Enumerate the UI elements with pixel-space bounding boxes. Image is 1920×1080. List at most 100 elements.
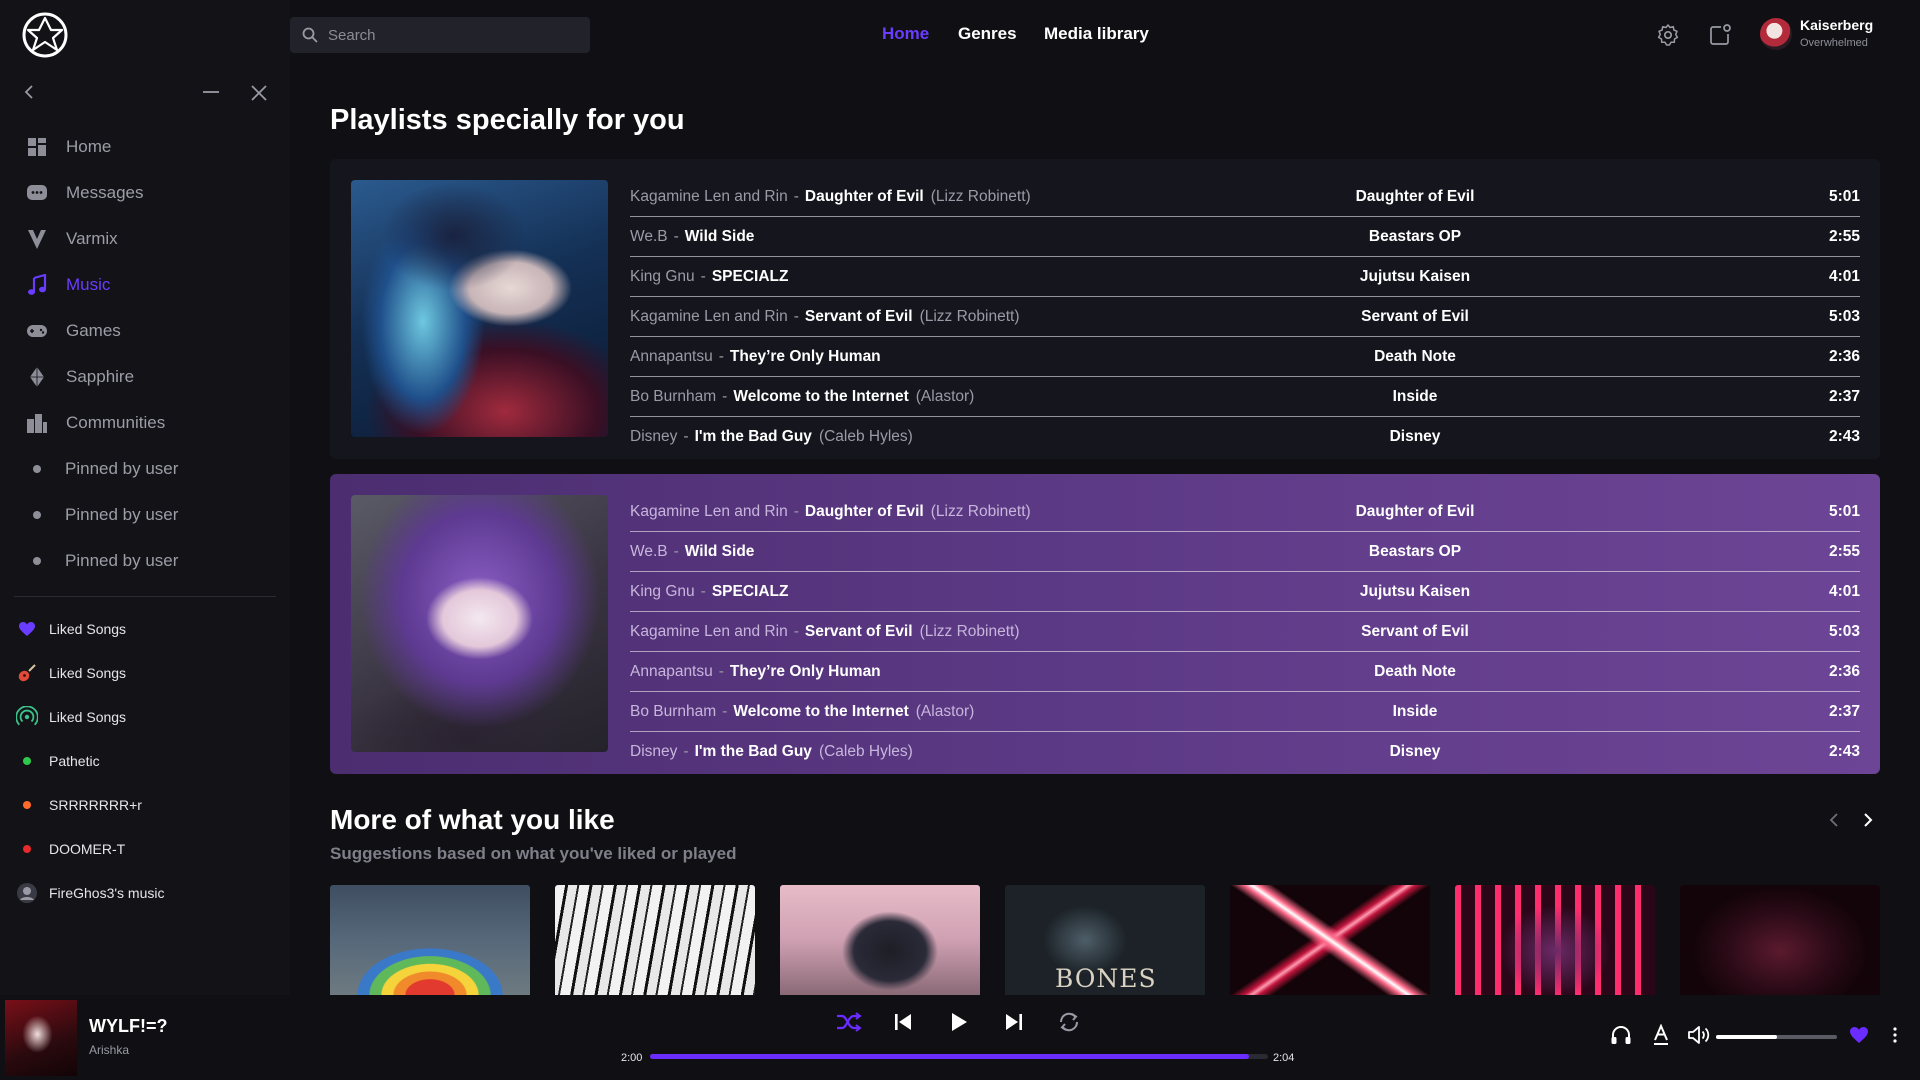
progress-bar[interactable]: [650, 1054, 1268, 1059]
track-title[interactable]: Servant of Evil: [805, 308, 913, 326]
track-artist[interactable]: We.B: [630, 228, 668, 246]
tab-media-library[interactable]: Media library: [1044, 24, 1149, 44]
now-playing-cover[interactable]: [5, 1000, 77, 1076]
track-artist[interactable]: Annapantsu: [630, 348, 713, 366]
volume-icon[interactable]: [1686, 1022, 1712, 1048]
now-playing-title[interactable]: WYLF!=?: [89, 1016, 168, 1037]
playlist-item[interactable]: DOOMER-T: [0, 827, 290, 871]
sidebar-item-music[interactable]: Music: [0, 262, 290, 308]
track-album[interactable]: Beastars OP: [1280, 228, 1550, 246]
track-row[interactable]: We.B - Wild Side Beastars OP 2:55: [630, 532, 1860, 572]
track-artist[interactable]: King Gnu: [630, 268, 695, 286]
heart-icon[interactable]: [1846, 1022, 1872, 1048]
track-title[interactable]: Servant of Evil: [805, 623, 913, 641]
track-album[interactable]: Disney: [1280, 428, 1550, 446]
playlist-cover[interactable]: [351, 180, 608, 437]
track-row[interactable]: King Gnu - SPECIALZ Jujutsu Kaisen 4:01: [630, 257, 1860, 297]
playlist-item[interactable]: Liked Songs: [0, 651, 290, 695]
track-artist[interactable]: We.B: [630, 543, 668, 561]
sidebar-item-communities[interactable]: Communities: [0, 400, 290, 446]
track-artist[interactable]: Kagamine Len and Rin: [630, 503, 788, 521]
headphones-icon[interactable]: [1608, 1022, 1634, 1048]
suggestion-thumb[interactable]: BONES: [1005, 885, 1205, 995]
track-artist[interactable]: Disney: [630, 743, 677, 761]
user-name[interactable]: Kaiserberg: [1800, 17, 1873, 33]
suggestion-thumb[interactable]: [1455, 885, 1655, 995]
shuffle-icon[interactable]: [834, 1007, 864, 1037]
playlist-item[interactable]: Liked Songs: [0, 607, 290, 651]
playlist-item[interactable]: Pathetic: [0, 739, 290, 783]
track-album[interactable]: Inside: [1280, 703, 1550, 721]
suggestion-thumb[interactable]: [780, 885, 980, 995]
track-album[interactable]: Inside: [1280, 388, 1550, 406]
track-row[interactable]: Kagamine Len and Rin - Daughter of Evil (Li…: [630, 492, 1860, 532]
playlist-item[interactable]: FireGhos3's music: [0, 871, 290, 915]
now-playing-artist[interactable]: Arishka: [89, 1043, 129, 1057]
track-row[interactable]: Annapantsu - They’re Only Human Death Note 2…: [630, 652, 1860, 692]
sidebar-item-pinned[interactable]: Pinned by user: [0, 538, 290, 584]
sidebar-item-pinned[interactable]: Pinned by user: [0, 446, 290, 492]
playlist-card[interactable]: Kagamine Len and Rin - Daughter of Evil (Li…: [330, 474, 1880, 774]
play-icon[interactable]: [944, 1007, 974, 1037]
user-avatar[interactable]: [1760, 18, 1792, 50]
search-bar[interactable]: [290, 17, 590, 53]
track-row[interactable]: Bo Burnham - Welcome to the Internet (Alast…: [630, 692, 1860, 732]
track-title[interactable]: Daughter of Evil: [805, 503, 924, 521]
chevron-right-icon[interactable]: [1858, 810, 1878, 830]
track-title[interactable]: They’re Only Human: [730, 663, 881, 681]
track-album[interactable]: Disney: [1280, 743, 1550, 761]
track-row[interactable]: Disney - I'm the Bad Guy (Caleb Hyles) Disne…: [630, 732, 1860, 772]
track-title[interactable]: Daughter of Evil: [805, 188, 924, 206]
lyrics-icon[interactable]: [1648, 1022, 1674, 1048]
close-icon[interactable]: [250, 84, 268, 106]
playlist-cover[interactable]: [351, 495, 608, 752]
track-album[interactable]: Death Note: [1280, 348, 1550, 366]
track-row[interactable]: Kagamine Len and Rin - Servant of Evil (Liz…: [630, 612, 1860, 652]
sidebar-item-messages[interactable]: Messages: [0, 170, 290, 216]
tab-genres[interactable]: Genres: [958, 24, 1017, 44]
more-options-icon[interactable]: [1882, 1022, 1908, 1048]
repeat-icon[interactable]: [1054, 1007, 1084, 1037]
track-title[interactable]: Wild Side: [685, 543, 755, 561]
track-artist[interactable]: Kagamine Len and Rin: [630, 308, 788, 326]
track-artist[interactable]: Bo Burnham: [630, 703, 716, 721]
track-artist[interactable]: Annapantsu: [630, 663, 713, 681]
track-row[interactable]: Annapantsu - They’re Only Human Death Note 2…: [630, 337, 1860, 377]
track-title[interactable]: Welcome to the Internet: [733, 703, 908, 721]
sidebar-item-home[interactable]: Home: [0, 124, 290, 170]
track-album[interactable]: Daughter of Evil: [1280, 503, 1550, 521]
track-row[interactable]: Kagamine Len and Rin - Daughter of Evil (Li…: [630, 177, 1860, 217]
suggestion-thumb[interactable]: [1230, 885, 1430, 995]
track-album[interactable]: Daughter of Evil: [1280, 188, 1550, 206]
back-icon[interactable]: [22, 84, 36, 104]
track-album[interactable]: Jujutsu Kaisen: [1280, 268, 1550, 286]
suggestion-thumb[interactable]: [1680, 885, 1880, 995]
track-album[interactable]: Death Note: [1280, 663, 1550, 681]
track-title[interactable]: I'm the Bad Guy: [695, 428, 812, 446]
next-icon[interactable]: [999, 1007, 1029, 1037]
track-row[interactable]: Kagamine Len and Rin - Servant of Evil (Liz…: [630, 297, 1860, 337]
track-album[interactable]: Servant of Evil: [1280, 308, 1550, 326]
track-album[interactable]: Servant of Evil: [1280, 623, 1550, 641]
track-title[interactable]: SPECIALZ: [712, 583, 789, 601]
track-artist[interactable]: Disney: [630, 428, 677, 446]
suggestion-thumb[interactable]: [555, 885, 755, 995]
suggestion-thumb[interactable]: [330, 885, 530, 995]
track-row[interactable]: Bo Burnham - Welcome to the Internet (Alast…: [630, 377, 1860, 417]
track-title[interactable]: Welcome to the Internet: [733, 388, 908, 406]
app-logo[interactable]: [20, 10, 70, 60]
track-artist[interactable]: King Gnu: [630, 583, 695, 601]
search-input[interactable]: [328, 26, 568, 44]
track-title[interactable]: They’re Only Human: [730, 348, 881, 366]
track-title[interactable]: Wild Side: [685, 228, 755, 246]
track-row[interactable]: We.B - Wild Side Beastars OP 2:55: [630, 217, 1860, 257]
playlist-item[interactable]: SRRRRRRR+r: [0, 783, 290, 827]
sidebar-item-pinned[interactable]: Pinned by user: [0, 492, 290, 538]
track-album[interactable]: Jujutsu Kaisen: [1280, 583, 1550, 601]
minimize-icon[interactable]: [202, 84, 220, 104]
sidebar-item-games[interactable]: Games: [0, 308, 290, 354]
track-artist[interactable]: Bo Burnham: [630, 388, 716, 406]
track-row[interactable]: King Gnu - SPECIALZ Jujutsu Kaisen 4:01: [630, 572, 1860, 612]
track-title[interactable]: I'm the Bad Guy: [695, 743, 812, 761]
chevron-left-icon[interactable]: [1824, 810, 1844, 830]
